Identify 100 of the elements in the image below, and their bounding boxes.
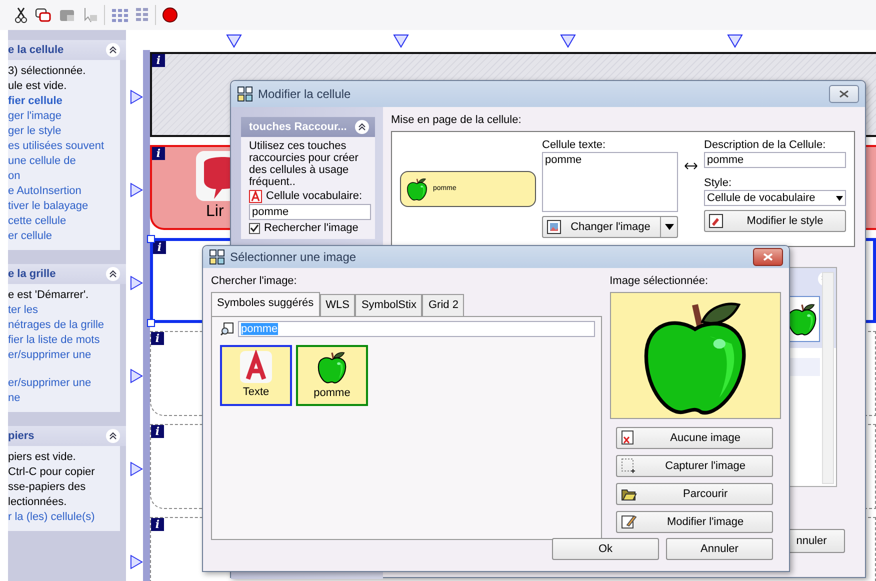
tile-label: Texte bbox=[242, 384, 270, 400]
window-title: Sélectionner une image bbox=[230, 249, 356, 266]
close-button[interactable] bbox=[829, 85, 859, 103]
cut-icon[interactable] bbox=[14, 7, 28, 23]
style-icon bbox=[709, 214, 723, 228]
info-text: ule est vide. bbox=[8, 79, 68, 94]
section-header[interactable]: e la cellule bbox=[8, 40, 126, 60]
tab[interactable]: SymbolStix bbox=[355, 294, 422, 316]
cancel-button[interactable]: Annuler bbox=[666, 538, 773, 560]
task-link[interactable]: cette cellule bbox=[8, 214, 120, 229]
image-icon bbox=[547, 220, 561, 234]
search-icon[interactable] bbox=[220, 322, 234, 336]
style-dropdown[interactable]: Cellule de vocabulaire bbox=[704, 190, 846, 206]
task-link[interactable]: e AutoInsertion bbox=[8, 184, 120, 199]
section-label: Mise en page de la cellule: bbox=[391, 113, 522, 127]
info-text: 3) sélectionnée. bbox=[8, 64, 87, 79]
resize-handle[interactable] bbox=[147, 319, 155, 327]
text-area[interactable]: pomme bbox=[542, 152, 678, 212]
field-label: Cellule texte: bbox=[542, 138, 607, 152]
info-badge[interactable]: i bbox=[151, 332, 164, 345]
dropdown-arrow[interactable] bbox=[660, 217, 677, 237]
window-title: Modifier la cellule bbox=[258, 86, 351, 103]
task-link[interactable]: ger l'image bbox=[8, 109, 120, 124]
task-link[interactable]: es utilisées souvent bbox=[8, 139, 120, 154]
task-link[interactable]: nétrages de la grille bbox=[8, 318, 120, 333]
task-link[interactable]: fier la liste de mots bbox=[8, 333, 120, 348]
section-header[interactable]: piers bbox=[8, 426, 126, 446]
caret-icon bbox=[836, 196, 843, 200]
close-button[interactable] bbox=[753, 248, 783, 266]
text-field[interactable]: pomme bbox=[249, 204, 371, 220]
field-label: Description de la Cellule: bbox=[704, 138, 827, 152]
column-marker-icon[interactable] bbox=[560, 34, 576, 48]
section-header[interactable]: e la grille bbox=[8, 264, 126, 284]
column-marker-icon[interactable] bbox=[392, 34, 408, 48]
change-image-button[interactable]: Changer l'image bbox=[542, 216, 678, 238]
collapse-icon[interactable] bbox=[109, 46, 117, 54]
copy-icon[interactable] bbox=[34, 7, 52, 23]
action-button[interactable]: Capturer l'image bbox=[616, 455, 773, 477]
text-field[interactable]: pomme bbox=[704, 152, 846, 168]
grid-icon[interactable] bbox=[111, 7, 129, 23]
info-badge[interactable]: i bbox=[151, 425, 164, 438]
checkbox-label: Rechercher l'image bbox=[264, 221, 358, 235]
tab[interactable]: WLS bbox=[320, 294, 356, 316]
action-button[interactable]: Aucune image bbox=[616, 427, 773, 449]
info-text: piers est vide. bbox=[8, 450, 77, 465]
caret-icon bbox=[664, 224, 674, 230]
task-link[interactable]: er/supprimer une bbox=[8, 376, 120, 391]
info-badge[interactable]: i bbox=[152, 147, 165, 160]
modify-style-button[interactable]: Modifier le style bbox=[704, 210, 846, 232]
field-label: Chercher l'image: bbox=[211, 274, 298, 288]
section-title: e la grille bbox=[8, 266, 56, 282]
action-button[interactable]: Parcourir bbox=[616, 483, 773, 505]
symbol-tile[interactable]: Texte bbox=[220, 344, 292, 406]
tab[interactable]: Symboles suggérés bbox=[211, 292, 320, 316]
column-marker-icon[interactable] bbox=[726, 34, 742, 48]
column-marker-icon[interactable] bbox=[226, 34, 242, 48]
checkbox[interactable] bbox=[249, 222, 260, 234]
description-text: Utilisez ces touches raccourcies pour créer des cellules à usage fréquent.. bbox=[249, 140, 360, 188]
collapse-icon[interactable] bbox=[109, 432, 117, 440]
double-arrow-icon bbox=[684, 162, 698, 170]
cell-label: Lir bbox=[206, 203, 224, 221]
task-link[interactable]: on bbox=[8, 169, 120, 184]
record-icon[interactable] bbox=[162, 7, 178, 23]
cursor-icon[interactable] bbox=[82, 7, 98, 23]
field-label: Style: bbox=[704, 176, 733, 190]
info-text: sse-papiers des bbox=[8, 480, 87, 495]
close-icon bbox=[839, 90, 849, 98]
task-link[interactable]: ne bbox=[8, 391, 120, 406]
action-button[interactable]: Modifier l'image bbox=[616, 511, 773, 533]
info-badge[interactable]: i bbox=[151, 518, 164, 531]
tab[interactable]: Grid 2 bbox=[422, 294, 464, 316]
collapse-icon[interactable] bbox=[358, 123, 366, 131]
cell-layout-icon bbox=[209, 249, 225, 265]
resize-handle[interactable] bbox=[147, 235, 155, 243]
task-link[interactable]: fier cellule bbox=[8, 94, 120, 109]
scrollbar[interactable] bbox=[822, 272, 834, 484]
task-link[interactable]: r la (les) cellule(s) bbox=[8, 510, 120, 525]
ok-button[interactable]: Ok bbox=[552, 538, 659, 560]
info-text: lectionnées. bbox=[8, 495, 68, 510]
section-title: e la cellule bbox=[8, 42, 64, 58]
field-label: Image sélectionnée: bbox=[610, 274, 710, 288]
collapse-icon[interactable] bbox=[109, 270, 117, 278]
capture-icon bbox=[620, 458, 637, 474]
tile-label: pomme bbox=[314, 386, 350, 401]
info-badge[interactable]: i bbox=[153, 241, 166, 254]
paste-icon[interactable] bbox=[58, 7, 76, 23]
apple-icon bbox=[405, 176, 429, 202]
edit-icon bbox=[620, 514, 637, 530]
task-link[interactable]: tiver le balayage bbox=[8, 199, 120, 214]
task-link[interactable]: er/supprimer une bbox=[8, 348, 120, 363]
task-link[interactable]: er cellule bbox=[8, 229, 120, 244]
task-link[interactable]: une cellule de bbox=[8, 154, 120, 169]
info-badge[interactable]: i bbox=[152, 54, 165, 67]
symbol-tile[interactable]: pomme bbox=[296, 344, 368, 406]
task-link[interactable]: ger le style bbox=[8, 124, 120, 139]
section-title: piers bbox=[8, 428, 34, 444]
info-text: Ctrl-C pour copier bbox=[8, 465, 96, 480]
info-text: e est 'Démarrer'. bbox=[8, 288, 90, 303]
task-link[interactable]: ter les bbox=[8, 303, 120, 318]
letter-icon bbox=[239, 350, 273, 384]
